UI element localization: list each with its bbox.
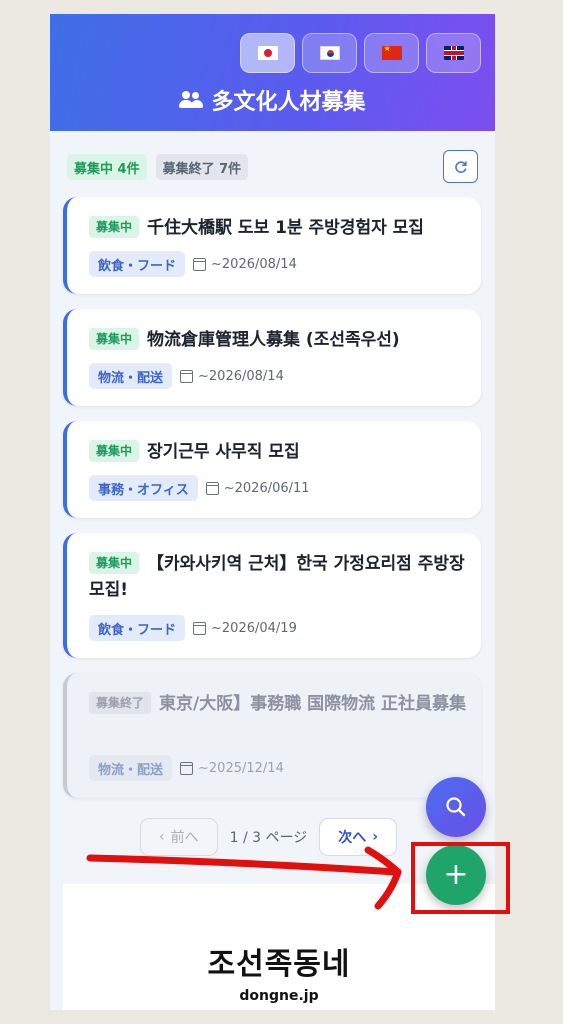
annotation-highlight-box xyxy=(411,842,510,914)
